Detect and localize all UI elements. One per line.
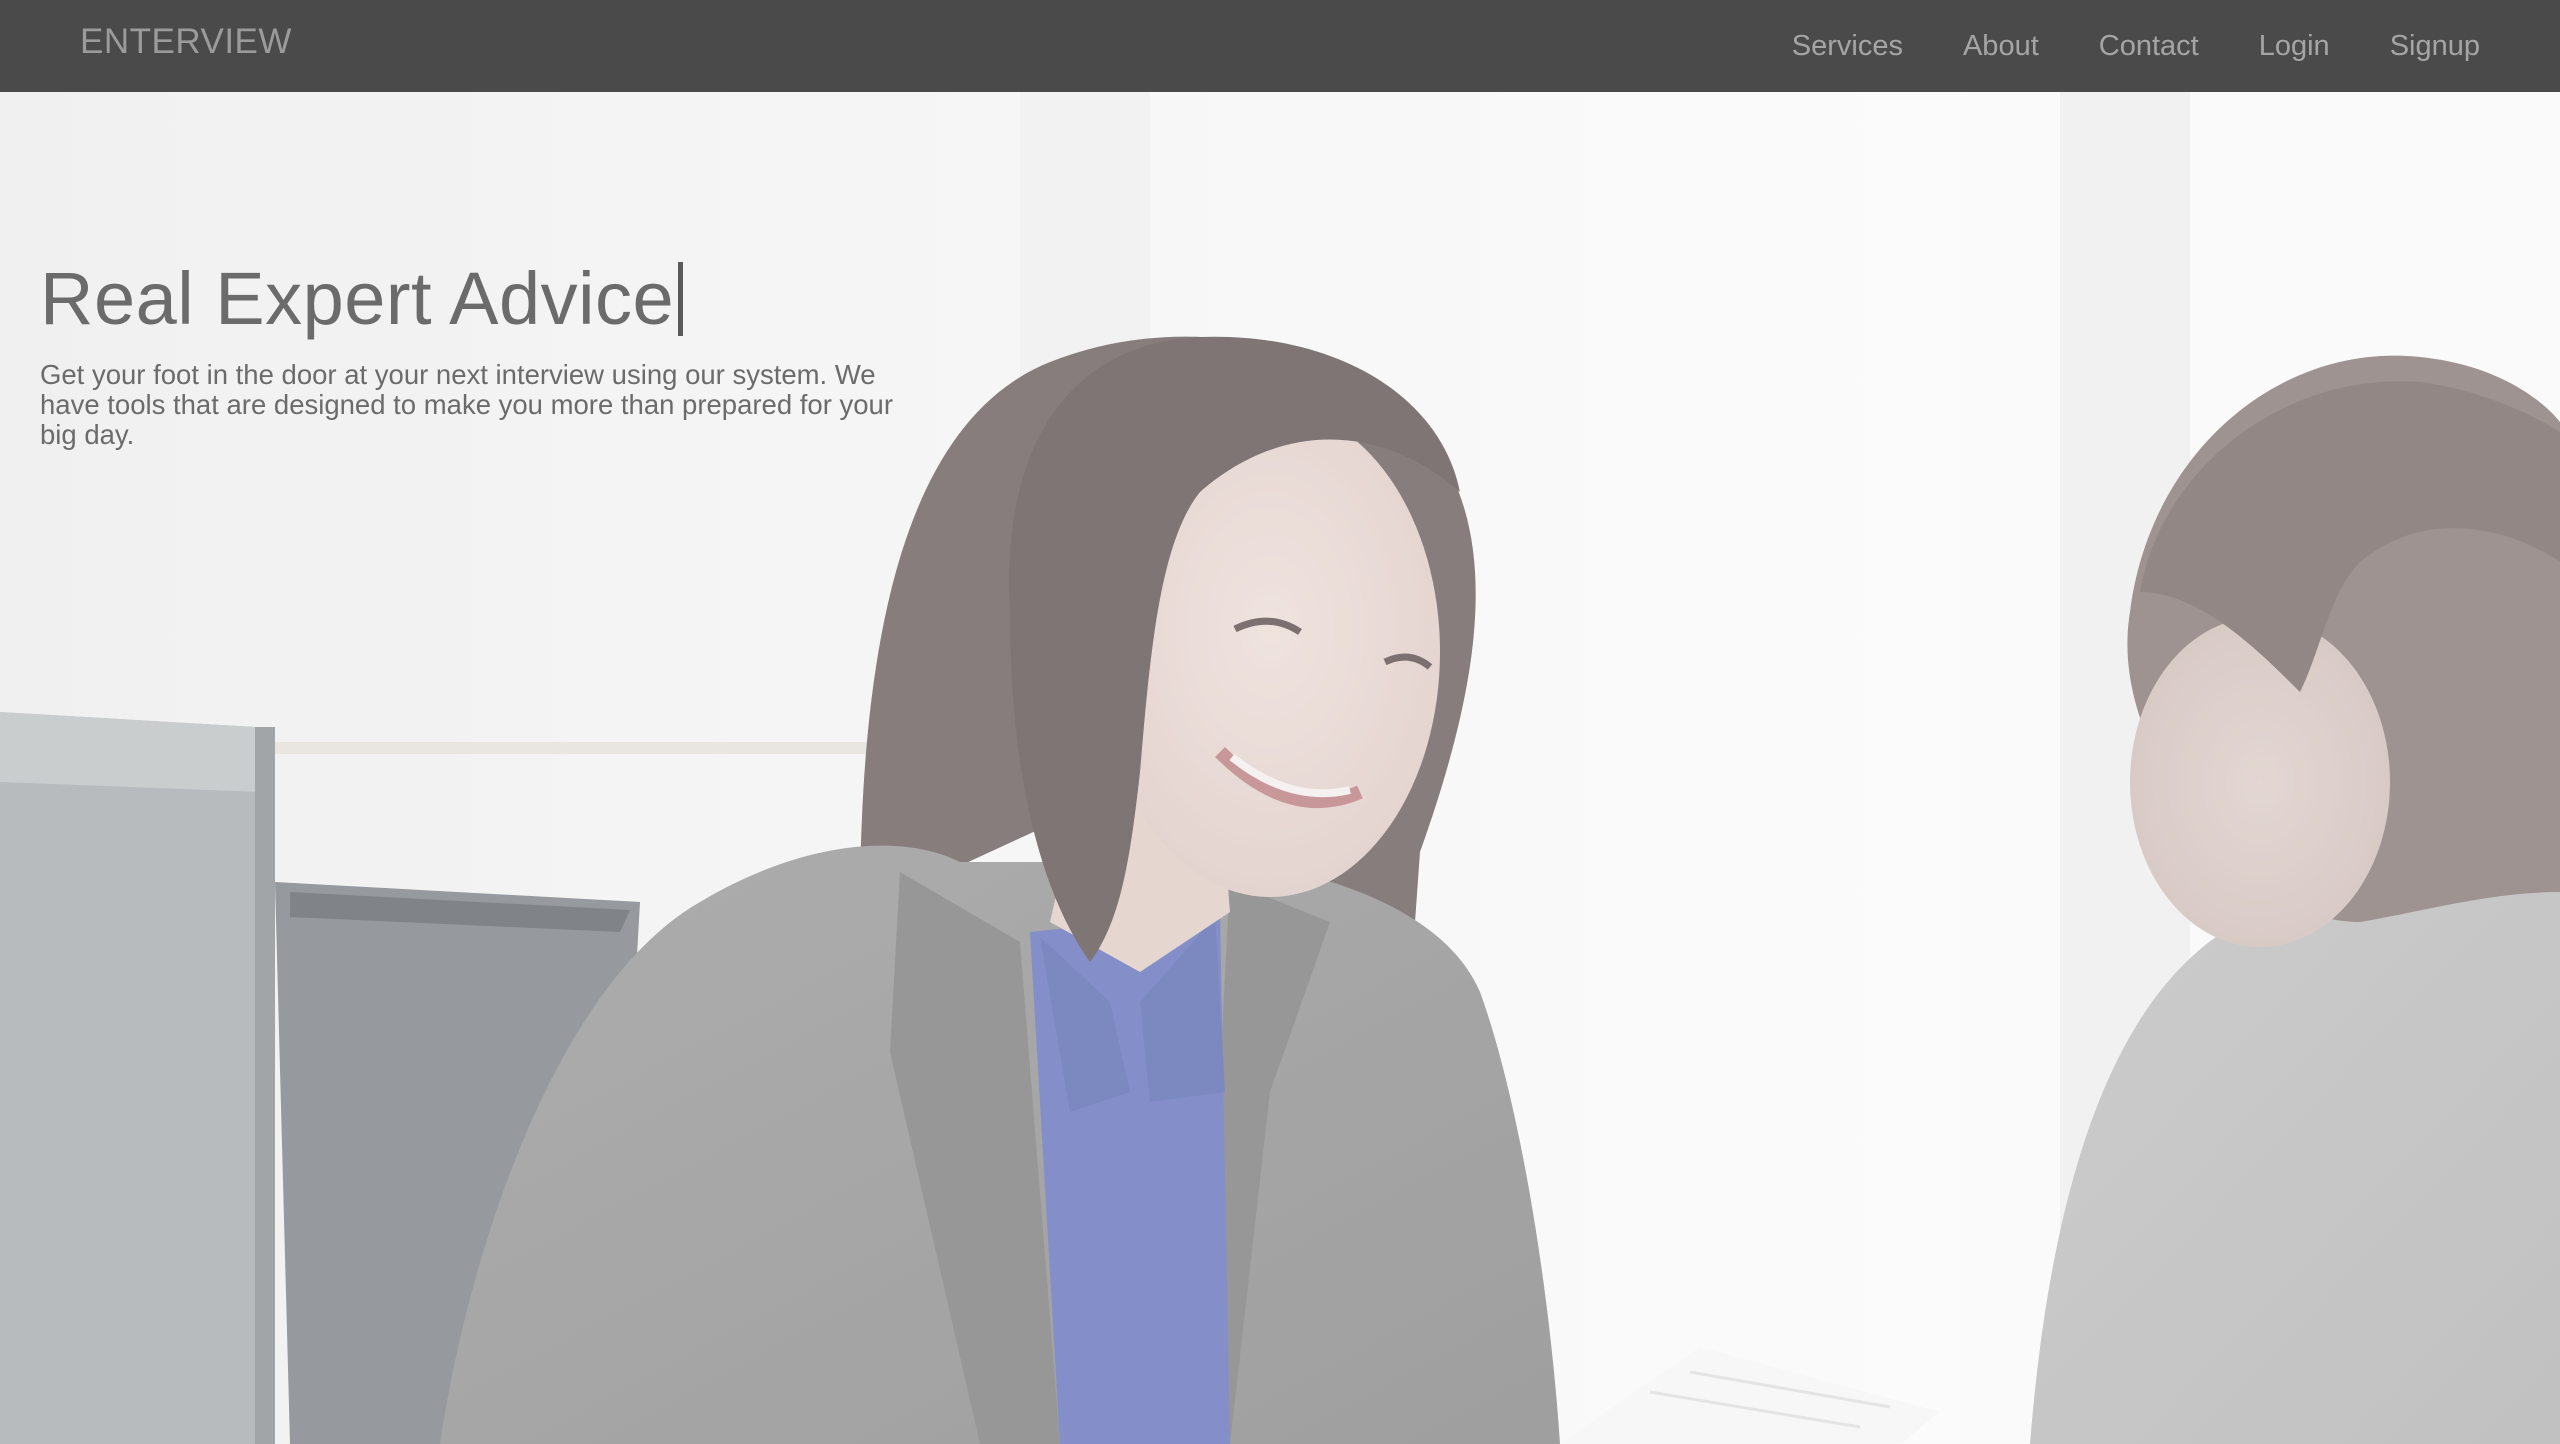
landing-page: ENTERVIEW Services About Contact Login S… <box>0 0 2560 1444</box>
typing-caret <box>678 262 684 336</box>
nav-link-services[interactable]: Services <box>1792 30 1903 63</box>
nav-link-signup[interactable]: Signup <box>2390 30 2480 63</box>
nav-link-login[interactable]: Login <box>2259 30 2330 63</box>
nav-links: Services About Contact Login Signup <box>1732 0 2480 92</box>
brand-logo[interactable]: ENTERVIEW <box>80 22 292 62</box>
hero-headline: Real Expert Advice <box>40 256 684 341</box>
nav-link-contact[interactable]: Contact <box>2099 30 2199 63</box>
hero-tagline: Get your foot in the door at your next i… <box>40 359 894 450</box>
hero-headline-text: Real Expert Advice <box>40 257 675 340</box>
top-navbar: ENTERVIEW Services About Contact Login S… <box>0 0 2560 92</box>
nav-link-about[interactable]: About <box>1963 30 2039 63</box>
